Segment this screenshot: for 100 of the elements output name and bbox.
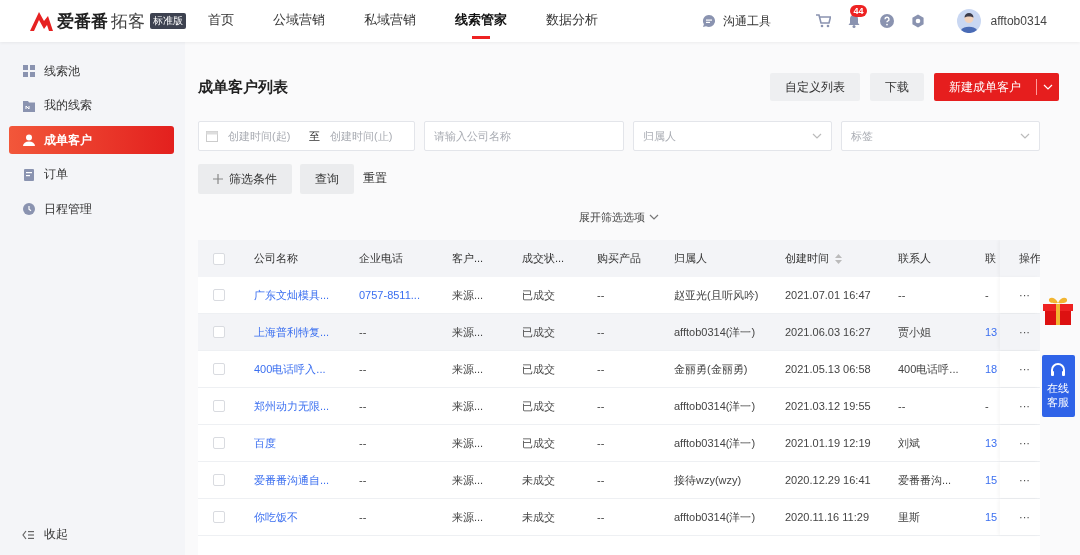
cell-link[interactable]: 广东文灿模具... <box>254 287 330 303</box>
table-cell: -- <box>359 511 367 523</box>
chat-tool-link[interactable]: 沟通工具 <box>723 12 772 30</box>
document-icon <box>23 168 35 181</box>
table-cell: 来源... <box>452 509 484 525</box>
new-customer-button[interactable]: 新建成单客户 <box>934 73 1059 101</box>
table-cell: 来源... <box>452 287 484 303</box>
column-header[interactable]: 创建时间 <box>785 251 842 266</box>
table-cell: 400电话呼... <box>898 361 959 377</box>
table-cell: - <box>985 400 989 412</box>
cell-link[interactable]: 你吃饭不 <box>254 509 298 525</box>
row-checkbox[interactable] <box>213 474 225 486</box>
chevron-down-icon <box>811 133 822 139</box>
more-actions-button[interactable]: ··· <box>1019 363 1030 375</box>
sidebar-item[interactable]: 我的线索 <box>9 91 174 120</box>
row-checkbox[interactable] <box>213 437 225 449</box>
table-cell: -- <box>597 363 605 375</box>
table-cell: 2021.01.19 12:19 <box>785 437 871 449</box>
headset-icon <box>1050 362 1066 378</box>
toolbar-button[interactable]: 自定义列表 <box>770 73 860 101</box>
table-cell: -- <box>597 400 605 412</box>
collapse-icon <box>22 529 34 540</box>
reset-button[interactable]: 重置 <box>362 164 388 192</box>
sidebar-item[interactable]: 订单 <box>9 160 174 189</box>
folder-icon <box>23 99 35 112</box>
cell-link[interactable]: 13 <box>985 437 998 449</box>
column-header: 联系人 <box>898 251 931 266</box>
table-cell: 2021.06.03 16:27 <box>785 326 871 338</box>
settings-icon <box>911 14 926 28</box>
column-header: 操作 <box>1019 251 1040 266</box>
table-cell: 已成交 <box>522 287 555 303</box>
nav-tab[interactable]: 公域营销 <box>260 0 338 42</box>
more-actions-button[interactable]: ··· <box>1019 326 1030 338</box>
cell-link[interactable]: 上海普利特复... <box>254 324 330 340</box>
nav-tab[interactable]: 私域营销 <box>351 0 429 42</box>
range-separator: 至 <box>309 128 320 144</box>
query-button[interactable]: 查询 <box>300 164 354 194</box>
nav-tab[interactable]: 首页 <box>195 0 247 42</box>
table-cell: 贾小姐 <box>898 324 931 340</box>
gift-icon <box>1042 295 1074 325</box>
cell-link[interactable]: 百度 <box>254 435 276 451</box>
sidebar-item[interactable]: 成单客户 <box>9 126 174 155</box>
table-cell: 已成交 <box>522 361 555 377</box>
username[interactable]: afftob0314 <box>990 14 1047 28</box>
table-cell: -- <box>359 474 367 486</box>
tag-select[interactable]: 标签 <box>840 121 1040 151</box>
collapse-button[interactable]: 收起 <box>22 526 68 543</box>
cell-link[interactable]: 15 <box>985 511 998 523</box>
clock-icon <box>23 203 35 216</box>
date-range-field[interactable]: 创建时间(起) 至 创建时间(止) <box>198 121 416 151</box>
more-actions-button[interactable]: ··· <box>1019 437 1030 449</box>
online-service-button[interactable]: 在线客服 <box>1041 355 1075 417</box>
table-cell: 已成交 <box>522 435 555 451</box>
nav-tab[interactable]: 数据分析 <box>533 0 611 42</box>
owner-select[interactable]: 归属人 <box>632 121 832 151</box>
end-date-input[interactable]: 创建时间(止) <box>328 129 403 143</box>
select-all-checkbox[interactable] <box>213 252 225 265</box>
row-checkbox[interactable] <box>213 511 225 523</box>
more-actions-button[interactable]: ··· <box>1019 474 1030 486</box>
table-cell: -- <box>597 511 605 523</box>
chevron-down-icon <box>649 214 659 220</box>
cell-link[interactable]: 15 <box>985 474 998 486</box>
table-cell: 来源... <box>452 435 484 451</box>
toolbar-button[interactable]: 下载 <box>870 73 924 101</box>
table-cell: -- <box>597 474 605 486</box>
grid-icon <box>23 65 35 77</box>
cell-link[interactable]: 13 <box>985 326 998 338</box>
company-name-field[interactable]: 请输入公司名称 <box>424 121 624 151</box>
avatar-icon <box>957 9 982 33</box>
add-filter-button[interactable]: 筛选条件 <box>198 164 292 194</box>
expand-filters-button[interactable]: 展开筛选选项 <box>578 203 660 231</box>
product-name: 拓客 <box>111 10 145 33</box>
row-checkbox[interactable] <box>213 326 225 338</box>
cell-link[interactable]: 郑州动力无限... <box>254 398 330 414</box>
more-actions-button[interactable]: ··· <box>1019 400 1030 412</box>
row-checkbox[interactable] <box>213 363 225 375</box>
cell-link[interactable]: 400电话呼入... <box>254 361 326 377</box>
column-header: 客户... <box>452 251 484 266</box>
table-cell: 已成交 <box>522 398 555 414</box>
row-checkbox[interactable] <box>213 400 225 412</box>
more-actions-button[interactable]: ··· <box>1019 289 1030 301</box>
table-cell: -- <box>359 400 367 412</box>
help-icon <box>880 14 895 28</box>
table-cell: afftob0314(洋一) <box>674 435 756 451</box>
table-cell: -- <box>359 363 367 375</box>
notification-badge: 44 <box>850 5 867 17</box>
table-cell: afftob0314(洋一) <box>674 509 756 525</box>
column-header: 成交状... <box>522 251 565 266</box>
start-date-input[interactable]: 创建时间(起) <box>226 129 301 143</box>
sidebar-item[interactable]: 线索池 <box>9 57 174 85</box>
caret-icon <box>1043 84 1053 90</box>
table-cell: 未成交 <box>522 509 555 525</box>
more-actions-button[interactable]: ··· <box>1019 511 1030 523</box>
table-cell: 赵亚光(且听风吟) <box>674 287 759 303</box>
cell-link[interactable]: 爱番番沟通自... <box>254 472 330 488</box>
table-cell: 接待wzy(wzy) <box>674 472 742 488</box>
sidebar-item[interactable]: 日程管理 <box>9 195 174 224</box>
row-checkbox[interactable] <box>213 289 225 301</box>
cell-link[interactable]: 18 <box>985 363 998 375</box>
cell-link[interactable]: 0757-8511... <box>359 289 420 301</box>
